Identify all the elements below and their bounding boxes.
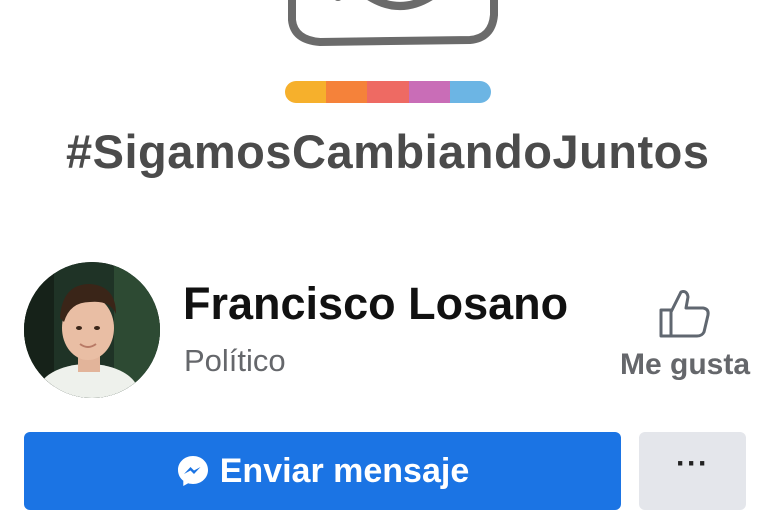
stripe-segment bbox=[449, 81, 491, 103]
cover-hashtag: #SigamosCambiandoJuntos bbox=[66, 125, 710, 178]
more-icon: ··· bbox=[676, 447, 709, 480]
send-message-label: Enviar mensaje bbox=[219, 451, 470, 490]
page-name[interactable]: Francisco Losano bbox=[183, 278, 568, 330]
stripe-segment bbox=[408, 81, 450, 103]
camera-outline-graphic bbox=[288, 0, 498, 47]
stripe-segment bbox=[285, 81, 327, 103]
more-options-button[interactable]: ··· bbox=[639, 432, 746, 510]
stripe-segment bbox=[367, 81, 409, 103]
stripe-segment bbox=[326, 81, 368, 103]
page-category: Político bbox=[184, 343, 286, 378]
messenger-icon bbox=[176, 454, 210, 488]
color-stripe bbox=[285, 81, 491, 103]
send-message-button[interactable]: Enviar mensaje bbox=[24, 432, 621, 510]
profile-avatar[interactable] bbox=[24, 262, 160, 398]
like-label: Me gusta bbox=[619, 348, 751, 381]
like-button[interactable]: Me gusta bbox=[605, 288, 765, 398]
thumbs-up-icon bbox=[659, 290, 710, 338]
avatar-photo bbox=[24, 262, 160, 398]
cover-photo[interactable]: #SigamosCambiandoJuntos bbox=[0, 0, 772, 222]
